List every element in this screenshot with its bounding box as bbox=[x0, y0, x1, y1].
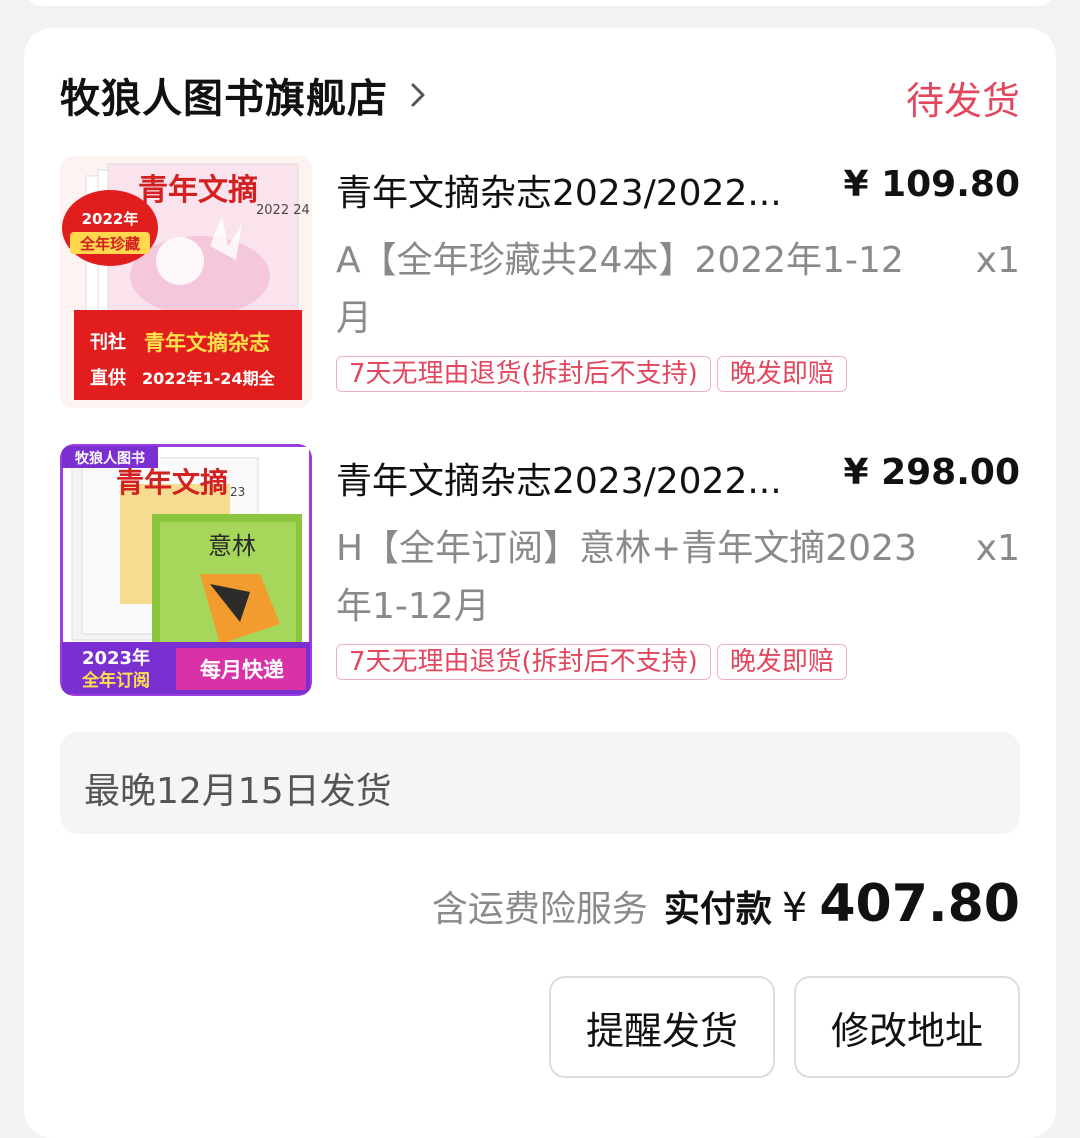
badge-year: 2022年 bbox=[82, 210, 139, 228]
item-title[interactable]: 青年文摘杂志2023/2022... bbox=[336, 164, 806, 216]
second-magazine-title: 意林 bbox=[208, 532, 256, 560]
product-image-art: 青年文摘 2022 24 2022年 全年珍藏 刊社 直供 青年文摘杂志 202… bbox=[60, 156, 312, 408]
cover-issue: 2022 24 bbox=[256, 203, 310, 218]
order-total-row: 含运费险服务 实付款 ¥ 407.80 bbox=[432, 874, 1020, 934]
item-quantity: x1 bbox=[975, 240, 1020, 281]
previous-order-card bbox=[24, 0, 1056, 6]
paid-label: 实付款 bbox=[663, 889, 772, 930]
shop-header[interactable]: 牧狼人图书旗舰店 bbox=[60, 66, 432, 124]
shop-name[interactable]: 牧狼人图书旗舰店 bbox=[60, 66, 388, 124]
return-policy-tag: 7天无理由退货(拆封后不支持) bbox=[336, 644, 711, 680]
item-tags: 7天无理由退货(拆封后不支持) 晚发即赔 bbox=[336, 644, 847, 680]
late-ship-compensation-tag: 晚发即赔 bbox=[716, 644, 847, 680]
badge-label: 全年珍藏 bbox=[79, 235, 140, 253]
banner-sub: 2022年1-24期全 bbox=[142, 369, 276, 388]
change-address-button[interactable]: 修改地址 bbox=[794, 976, 1020, 1078]
item-price: ¥ 298.00 bbox=[843, 452, 1020, 493]
banner-right: 每月快递 bbox=[200, 658, 284, 682]
return-policy-tag: 7天无理由退货(拆封后不支持) bbox=[336, 356, 711, 392]
order-item[interactable]: 青年文摘 23 牧狼人图书 意林 2023年 全年订阅 每月快递 青年文摘杂志2… bbox=[60, 444, 1020, 696]
product-image[interactable]: 青年文摘 2022 24 2022年 全年珍藏 刊社 直供 青年文摘杂志 202… bbox=[60, 156, 312, 408]
order-status: 待发货 bbox=[905, 79, 1020, 123]
insurance-label: 含运费险服务 bbox=[431, 889, 648, 930]
total-amount: 407.80 bbox=[819, 874, 1020, 934]
order-item[interactable]: 青年文摘 2022 24 2022年 全年珍藏 刊社 直供 青年文摘杂志 202… bbox=[60, 156, 1020, 408]
product-image[interactable]: 青年文摘 23 牧狼人图书 意林 2023年 全年订阅 每月快递 bbox=[60, 444, 312, 696]
banner-left-2: 全年订阅 bbox=[81, 670, 150, 691]
item-spec: H【全年订阅】意林+青年文摘2023年1-12月 bbox=[336, 528, 917, 627]
item-tags: 7天无理由退货(拆封后不支持) 晚发即赔 bbox=[336, 356, 847, 392]
chevron-right-icon bbox=[411, 83, 425, 107]
banner-title: 青年文摘杂志 bbox=[144, 331, 270, 355]
shipping-notice-text: 最晚12月15日发货 bbox=[84, 771, 392, 812]
currency-symbol: ¥ bbox=[781, 885, 808, 931]
shipping-notice: 最晚12月15日发货 bbox=[60, 732, 1020, 834]
item-spec: A【全年珍藏共24本】2022年1-12月 bbox=[336, 240, 904, 339]
item-price: ¥ 109.80 bbox=[843, 164, 1020, 205]
corner-label: 牧狼人图书 bbox=[75, 450, 145, 467]
product-image-art: 青年文摘 23 牧狼人图书 意林 2023年 全年订阅 每月快递 bbox=[60, 444, 312, 696]
remind-shipping-button[interactable]: 提醒发货 bbox=[549, 976, 775, 1078]
banner-left-1: 2023年 bbox=[82, 647, 150, 669]
cover-issue: 23 bbox=[230, 485, 245, 499]
item-quantity: x1 bbox=[975, 528, 1020, 569]
banner-left-2: 直供 bbox=[90, 367, 126, 389]
order-card: 牧狼人图书旗舰店 待发货 青年文摘 2022 24 2022年 全年珍藏 刊社 … bbox=[24, 28, 1056, 1138]
late-ship-compensation-tag: 晚发即赔 bbox=[716, 356, 847, 392]
banner-left-1: 刊社 bbox=[90, 331, 126, 353]
item-title[interactable]: 青年文摘杂志2023/2022... bbox=[336, 452, 806, 504]
cover-magazine-title: 青年文摘 bbox=[116, 466, 228, 499]
cover-magazine-title: 青年文摘 bbox=[138, 173, 258, 208]
